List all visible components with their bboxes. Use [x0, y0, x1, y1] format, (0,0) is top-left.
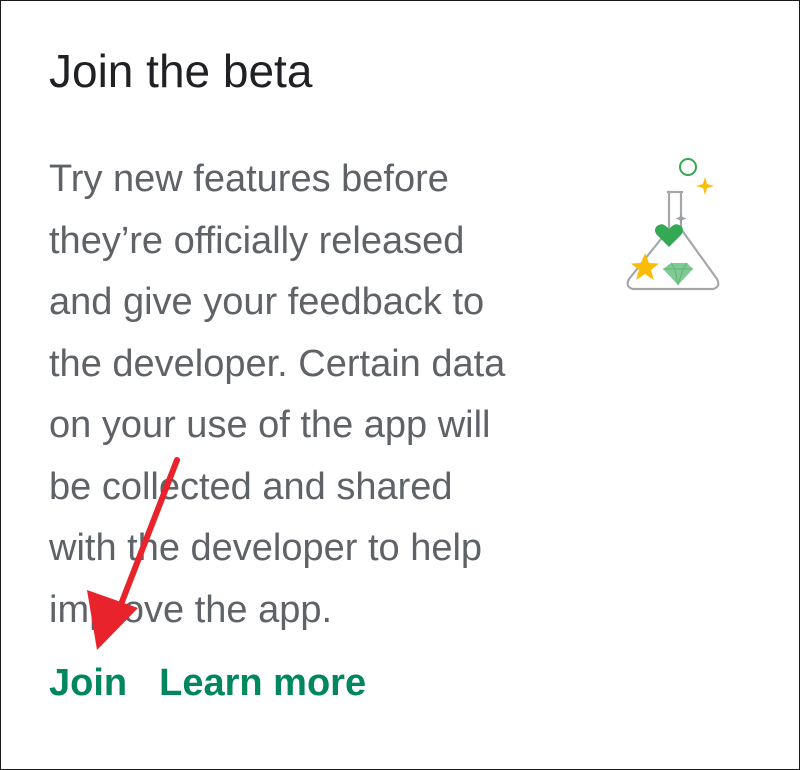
sparkle-small-icon	[675, 213, 687, 224]
beta-flask-icon	[626, 158, 720, 291]
description-line: Try new features before	[49, 158, 449, 200]
beta-card: Join the beta Try new features before th…	[0, 0, 800, 770]
join-button[interactable]: Join	[49, 657, 127, 709]
bubble-icon	[679, 158, 697, 176]
description-line: the developer. Certain data	[49, 342, 506, 385]
description-line: they’re officially released	[49, 219, 465, 262]
sparkle-icon	[696, 177, 714, 195]
description-line: and give your feedback to	[49, 281, 485, 323]
description-line: on your use of the app will	[49, 404, 491, 446]
description-line: with the developer to help	[49, 527, 483, 569]
card-description: Try new features before they’re official…	[49, 149, 589, 641]
card-actions: Join Learn more	[49, 657, 366, 709]
star-icon	[631, 253, 659, 280]
gem-icon	[663, 263, 693, 285]
description-line: be collected and shared	[49, 465, 453, 508]
description-line: improve the app.	[49, 588, 333, 631]
learn-more-link[interactable]: Learn more	[159, 657, 366, 709]
card-title: Join the beta	[49, 45, 313, 97]
